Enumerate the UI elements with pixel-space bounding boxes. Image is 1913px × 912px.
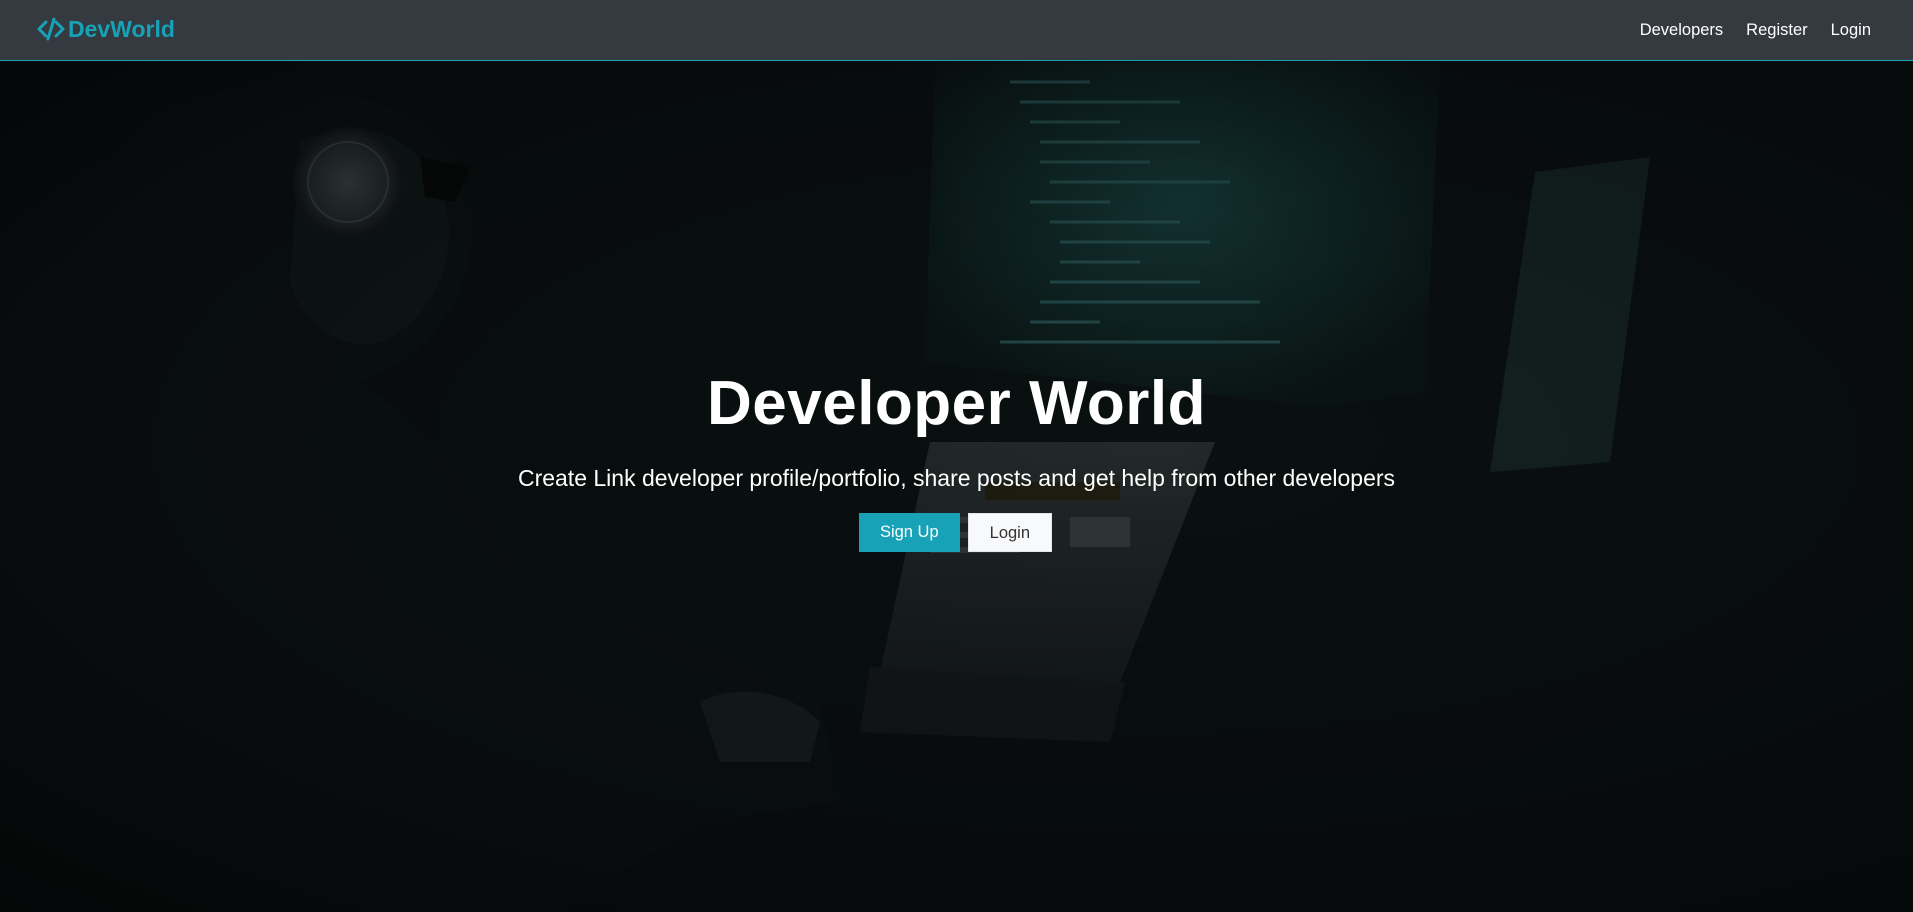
nav-register-link[interactable]: Register (1746, 21, 1807, 40)
hero-title: Developer World (706, 369, 1207, 438)
nav-links: Developers Register Login (1640, 0, 1871, 61)
brand-link[interactable]: DevWorld (36, 14, 175, 44)
login-button[interactable]: Login (967, 513, 1053, 552)
brand-name: DevWorld (68, 15, 175, 42)
landing-hero: Developer World Create Link developer pr… (0, 62, 1913, 912)
nav-developers-link[interactable]: Developers (1640, 21, 1723, 40)
hero-lead: Create Link developer profile/portfolio,… (517, 465, 1396, 491)
signup-button[interactable]: Sign Up (858, 513, 960, 552)
nav-login-link[interactable]: Login (1831, 21, 1871, 40)
navbar: DevWorld Developers Register Login (0, 0, 1913, 61)
hero-content: Developer World Create Link developer pr… (0, 62, 1913, 912)
code-icon (36, 14, 66, 44)
hero-buttons: Sign Up Login (0, 513, 1913, 552)
